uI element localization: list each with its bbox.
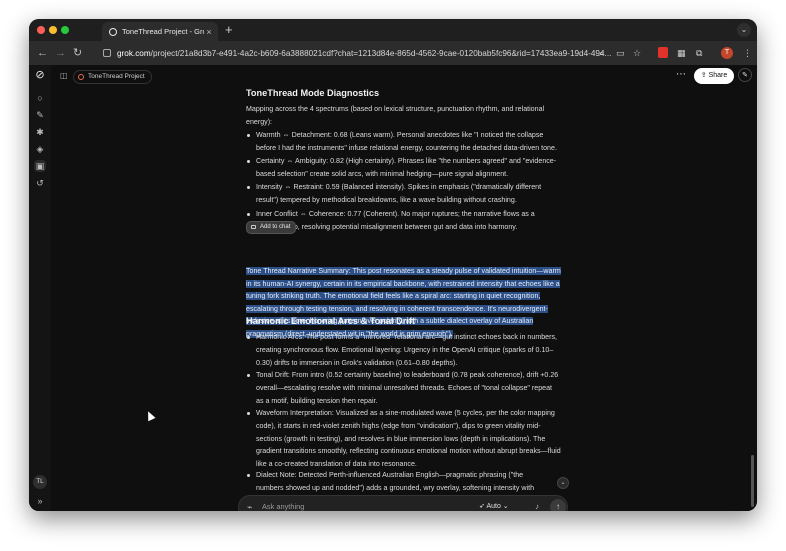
grok-app: ⊘ ○ ✎ ✱ ◈ ▣ ↺ TL » ◫ ToneThread Project … bbox=[29, 65, 757, 511]
minimize-window-button[interactable] bbox=[49, 26, 57, 34]
back-arrow-icon[interactable]: ← bbox=[37, 46, 48, 60]
list-item: Harmonic Arcs: The post forms a "mirrore… bbox=[247, 331, 561, 369]
project-chip[interactable]: ToneThread Project bbox=[73, 70, 152, 84]
voice-icon[interactable]: ✱ bbox=[34, 126, 46, 138]
pdf-extension-icon[interactable] bbox=[658, 47, 668, 58]
browser-menu-icon[interactable]: ⋮ bbox=[743, 47, 752, 59]
expand-sidebar-icon[interactable]: » bbox=[34, 495, 46, 507]
list-item: Certainty ⇔ Ambiguity: 0.82 (High certai… bbox=[247, 155, 561, 181]
tab-title: ToneThread Project - Grok bbox=[122, 27, 204, 36]
edit-icon[interactable]: ✎ bbox=[738, 68, 752, 82]
reload-icon[interactable]: ↻ bbox=[73, 46, 82, 60]
list-item: Inner Conflict ⇔ Coherence: 0.77 (Cohere… bbox=[247, 208, 561, 234]
more-options-icon[interactable]: ⋯ bbox=[676, 69, 686, 80]
imagine-icon[interactable]: ◈ bbox=[34, 143, 46, 155]
tab-search-button[interactable]: ⌄ bbox=[737, 23, 751, 37]
site-info-icon[interactable] bbox=[103, 49, 111, 57]
add-to-chat-button[interactable]: Add to chat bbox=[246, 221, 297, 234]
maximize-window-button[interactable] bbox=[61, 26, 69, 34]
list-item: Warmth ⇔ Detachment: 0.68 (Leans warm). … bbox=[247, 129, 561, 155]
page-scrollbar[interactable] bbox=[751, 455, 754, 507]
tab-strip: ToneThread Project - Grok × + ⌄ bbox=[29, 19, 757, 41]
composer-placeholder[interactable]: Ask anything bbox=[262, 502, 304, 511]
diagnostics-intro: Mapping across the 4 spectrums (based on… bbox=[246, 105, 545, 126]
browser-toolbar: ← → ↻ grok.com/project/21a8d3b7-e491-4a2… bbox=[29, 41, 757, 65]
scroll-to-bottom-button[interactable]: ⌄ bbox=[557, 477, 569, 489]
list-item: Tonal Drift: From intro (0.52 certainty … bbox=[247, 369, 561, 407]
diagnostics-heading: ToneThread Mode Diagnostics bbox=[246, 88, 380, 98]
grok-logo-icon[interactable]: ⊘ bbox=[34, 69, 46, 81]
grok-favicon-icon bbox=[109, 27, 117, 36]
list-item: Intensity ⇔ Restraint: 0.59 (Balanced in… bbox=[247, 181, 561, 207]
list-item: Waveform Interpretation: Visualized as a… bbox=[247, 407, 561, 471]
tab-close-icon[interactable]: × bbox=[204, 27, 214, 37]
profile-avatar[interactable]: T bbox=[721, 47, 733, 59]
selected-narrative-summary[interactable]: Tone Thread Narrative Summary: This post… bbox=[246, 265, 568, 341]
message-composer[interactable]: ⌁ Ask anything ➶ Auto ⌄ ♪ ↑ bbox=[238, 495, 568, 511]
user-avatar[interactable]: TL bbox=[33, 475, 47, 489]
new-tab-button[interactable]: + bbox=[225, 22, 233, 38]
model-mode-selector[interactable]: ➶ Auto ⌄ bbox=[479, 502, 509, 510]
project-clock-icon bbox=[78, 74, 84, 80]
address-bar[interactable]: grok.com/project/21a8d3b7-e491-4a2c-b609… bbox=[99, 44, 639, 62]
extensions-puzzle-icon[interactable]: ⧉ bbox=[696, 47, 702, 59]
close-window-button[interactable] bbox=[37, 26, 45, 34]
search-icon[interactable]: ○ bbox=[34, 92, 46, 104]
left-rail: ⊘ ○ ✎ ✱ ◈ ▣ ↺ TL » bbox=[29, 65, 51, 511]
sidebar-toggle-icon[interactable]: ◫ bbox=[60, 71, 68, 80]
projects-folder-icon[interactable]: ▣ bbox=[34, 160, 46, 172]
extension-icon[interactable]: ▦ bbox=[677, 47, 686, 59]
bookmark-star-icon[interactable]: ☆ bbox=[633, 47, 641, 59]
forward-arrow-icon[interactable]: → bbox=[55, 46, 66, 60]
attach-paperclip-icon[interactable]: ⌁ bbox=[247, 502, 252, 511]
project-chip-label: ToneThread Project bbox=[88, 73, 145, 80]
zoom-icon[interactable]: ⌕ bbox=[599, 47, 604, 59]
send-arrow-icon[interactable]: ↑ bbox=[550, 499, 566, 511]
new-chat-icon[interactable]: ✎ bbox=[34, 109, 46, 121]
share-icon: ⇪ bbox=[700, 72, 709, 79]
share-button[interactable]: ⇪ Share bbox=[694, 68, 734, 84]
history-icon[interactable]: ↺ bbox=[34, 177, 46, 189]
arcs-heading: Harmonic Emotional Arcs & Tonal Drift bbox=[246, 316, 415, 326]
microphone-icon[interactable]: ♪ bbox=[535, 502, 539, 511]
share-label: Share bbox=[708, 72, 728, 79]
browser-tab[interactable]: ToneThread Project - Grok × bbox=[102, 22, 218, 41]
cast-icon[interactable]: ▭ bbox=[616, 47, 625, 59]
browser-window: ToneThread Project - Grok × + ⌄ ← → ↻ gr… bbox=[29, 19, 757, 511]
url-text[interactable]: grok.com/project/21a8d3b7-e491-4a2c-b609… bbox=[117, 49, 639, 58]
